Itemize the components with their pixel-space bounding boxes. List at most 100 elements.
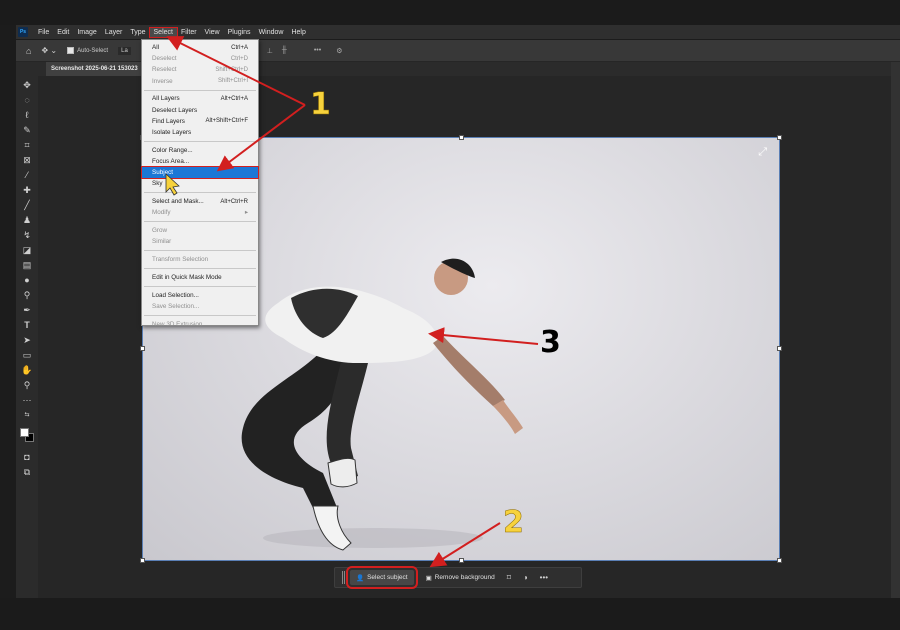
distribute-icon[interactable]: ╫ (282, 47, 287, 55)
menu-item-save-selection[interactable]: Save Selection... (142, 301, 258, 312)
lasso-tool-icon[interactable]: ℓ (21, 110, 33, 120)
more-options-icon[interactable]: ••• (314, 47, 321, 55)
move-tool-icon[interactable]: ✥ (21, 80, 33, 90)
menu-item-edit-in-quick-mask-mode[interactable]: Edit in Quick Mask Mode (142, 272, 258, 283)
pen-tool-icon[interactable]: ✒ (21, 305, 33, 315)
blur-tool-icon[interactable]: ● (21, 275, 33, 285)
menu-item-focus-area[interactable]: Focus Area... (142, 156, 258, 167)
select-menu-dropdown: All Ctrl+A Deselect Ctrl+D Reselect Shift+Ctr… (141, 39, 259, 328)
menu-item-shortcut: Shift+Ctrl+I (217, 78, 248, 85)
align-icons-group: ╪ ⊥ ╫ ••• ⚙ (253, 47, 343, 55)
menu-item-color-range[interactable]: Color Range... (142, 145, 258, 156)
menu-item-isolate-layers[interactable]: Isolate Layers (142, 127, 258, 138)
transform-handle-mr[interactable] (777, 346, 782, 351)
transform-handle-bl[interactable] (140, 558, 145, 563)
more-tools-icon[interactable]: ⋯ (21, 395, 33, 405)
menu-help[interactable]: Help (287, 28, 309, 37)
layer-dropdown[interactable]: La (118, 46, 131, 55)
more-icon[interactable]: ••• (534, 573, 554, 582)
align-bottom-icon[interactable]: ⊥ (267, 47, 273, 55)
healing-brush-icon[interactable]: ✚ (21, 185, 33, 195)
frame-tool-icon[interactable]: ⊠ (21, 155, 33, 165)
menu-item-label: Find Layers (152, 117, 185, 125)
menu-item-label: Color Range... (152, 146, 193, 154)
menu-item-shortcut: Ctrl+D (230, 55, 248, 62)
menu-item-reselect[interactable]: Reselect Shift+Ctrl+D (142, 64, 258, 75)
menu-separator (144, 192, 256, 194)
menu-item-all[interactable]: All Ctrl+A (142, 42, 258, 53)
menu-item-load-selection[interactable]: Load Selection... (142, 290, 258, 301)
screen-mode-icon[interactable]: ⧉ (21, 467, 33, 477)
contextual-task-bar: 👤 Select subject ▣ Remove background ⌑ ◑… (334, 566, 582, 589)
menu-select[interactable]: Select (148, 26, 179, 38)
color-swatches[interactable] (19, 427, 35, 443)
menu-item-label: Select and Mask... (152, 198, 204, 206)
transform-handle-br[interactable] (777, 558, 782, 563)
menu-item-inverse[interactable]: Inverse Shift+Ctrl+I (142, 76, 258, 87)
menu-image[interactable]: Image (73, 28, 100, 37)
menu-item-modify[interactable]: Modify ▸ (142, 207, 258, 218)
document-tab[interactable]: Screenshot 2025-06-21 153023 (46, 62, 143, 76)
foreground-color[interactable] (20, 428, 29, 437)
photoshop-logo: Ps (18, 27, 28, 37)
menu-item-grow[interactable]: Grow (142, 225, 258, 236)
menu-item-sky[interactable]: Sky (142, 178, 258, 189)
menu-item-find-layers[interactable]: Find Layers Alt+Shift+Ctrl+F (142, 116, 258, 127)
menu-plugins[interactable]: Plugins (224, 28, 255, 37)
history-brush-icon[interactable]: ↯ (21, 230, 33, 240)
menu-item-deselect-layers[interactable]: Deselect Layers (142, 105, 258, 116)
menu-item-transform-selection[interactable]: Transform Selection (142, 254, 258, 265)
stamp-tool-icon[interactable]: ♟ (21, 215, 33, 225)
menu-layer[interactable]: Layer (101, 28, 127, 37)
menu-item-select-and-mask[interactable]: Select and Mask... Alt+Ctrl+R (142, 196, 258, 207)
menu-edit[interactable]: Edit (53, 28, 73, 37)
path-select-icon[interactable]: ➤ (21, 335, 33, 345)
transform-icon[interactable]: ⌑ (501, 573, 517, 582)
drag-handle[interactable] (342, 571, 345, 584)
transform-handle-ml[interactable] (140, 346, 145, 351)
transform-handle-tc[interactable] (459, 135, 464, 140)
text-tool-icon[interactable]: T (21, 320, 33, 330)
brush-tool-icon[interactable]: ╱ (21, 200, 33, 210)
marquee-tool-icon[interactable]: ◌ (21, 95, 33, 105)
settings-gear-icon[interactable]: ⚙ (336, 47, 342, 55)
menu-separator (144, 314, 256, 316)
menu-item-label: Inverse (152, 77, 173, 85)
hand-tool-icon[interactable]: ✋ (21, 365, 33, 375)
menu-filter[interactable]: Filter (177, 28, 201, 37)
right-panel-edge (891, 62, 900, 598)
move-tool-preset-icon[interactable]: ✥ ⌄ (41, 46, 57, 55)
menu-window[interactable]: Window (255, 28, 288, 37)
eraser-tool-icon[interactable]: ◪ (21, 245, 33, 255)
menu-view[interactable]: View (201, 28, 224, 37)
menu-item-similar[interactable]: Similar (142, 236, 258, 247)
menu-item-shortcut: Alt+Ctrl+R (220, 198, 248, 205)
zoom-tool-icon[interactable]: ⚲ (21, 380, 33, 390)
menu-separator (144, 89, 256, 91)
shape-tool-icon[interactable]: ▭ (21, 350, 33, 360)
transform-handle-bc[interactable] (459, 558, 464, 563)
menu-file[interactable]: File (34, 28, 53, 37)
gradient-tool-icon[interactable]: ▤ (21, 260, 33, 270)
swap-colors-icon[interactable]: ⇆ (21, 410, 33, 420)
menu-item-all-layers[interactable]: All Layers Alt+Ctrl+A (142, 93, 258, 104)
eyedropper-icon[interactable]: ⁄ (21, 170, 33, 180)
quick-select-icon[interactable]: ✎ (21, 125, 33, 135)
auto-select-label: Auto-Select (77, 47, 109, 54)
transform-handle-tr[interactable] (777, 135, 782, 140)
home-icon[interactable]: ⌂ (26, 46, 31, 56)
quick-mask-icon[interactable]: ◘ (21, 452, 33, 462)
menu-type[interactable]: Type (126, 28, 149, 37)
auto-select-checkbox[interactable]: Auto-Select (67, 47, 108, 54)
remove-background-button[interactable]: ▣ Remove background (420, 570, 501, 585)
adjustment-icon[interactable]: ◑ (517, 573, 534, 582)
dodge-tool-icon[interactable]: ⚲ (21, 290, 33, 300)
menu-item-deselect[interactable]: Deselect Ctrl+D (142, 53, 258, 64)
select-subject-button[interactable]: 👤 Select subject (346, 566, 418, 589)
menu-item-subject[interactable]: Subject (141, 166, 259, 180)
menu-item-new-3d-extrusion[interactable]: New 3D Extrusion (142, 319, 258, 330)
screen-bottom-border (0, 598, 900, 630)
checkbox-icon (67, 47, 75, 54)
expand-icon[interactable]: ⤢ (758, 146, 767, 159)
crop-tool-icon[interactable]: ⌗ (21, 140, 33, 150)
